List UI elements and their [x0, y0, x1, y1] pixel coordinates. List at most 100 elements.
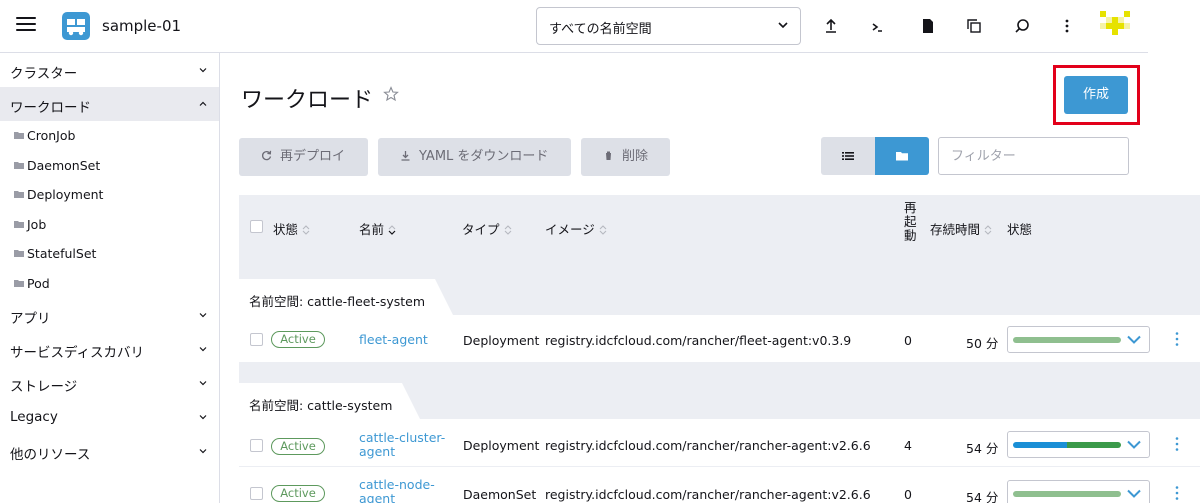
- flat-list-toggle[interactable]: [821, 137, 875, 175]
- sidebar-item-pod[interactable]: Pod: [0, 269, 219, 299]
- group-by-namespace-toggle[interactable]: [875, 137, 929, 175]
- terminal-icon[interactable]: [868, 17, 886, 35]
- upload-icon[interactable]: [822, 17, 840, 35]
- namespace-group-header: 名前空間: cattle-fleet-system: [239, 259, 1200, 315]
- sidebar-group-service-discovery[interactable]: サービスディスカバリ: [0, 332, 219, 366]
- sidebar-item-job[interactable]: Job: [0, 210, 219, 240]
- row-actions-icon[interactable]: [1174, 436, 1180, 452]
- health-dropdown[interactable]: [1007, 480, 1150, 503]
- filter-input[interactable]: [938, 137, 1129, 175]
- column-header-restarts[interactable]: 再起動: [904, 201, 918, 243]
- workload-image: registry.idcfcloud.com/rancher/fleet-age…: [545, 333, 852, 348]
- sidebar-group-apps[interactable]: アプリ: [0, 298, 219, 332]
- sidebar-group-label: ワークロード: [10, 100, 91, 116]
- sidebar-item-cronjob[interactable]: CronJob: [0, 121, 219, 151]
- health-bar-segment: [1067, 442, 1121, 448]
- sidebar-group-label: アプリ: [10, 311, 51, 327]
- restart-count: 4: [904, 438, 912, 453]
- cluster-name: sample-01: [102, 17, 182, 35]
- delete-button[interactable]: 削除: [581, 138, 670, 176]
- folder-icon: [14, 220, 24, 228]
- chevron-down-icon: [199, 381, 207, 386]
- folder-icon: [14, 279, 24, 287]
- sort-down-icon: [388, 225, 396, 235]
- health-dropdown[interactable]: [1007, 326, 1150, 353]
- sidebar-item-label: DaemonSet: [27, 157, 101, 173]
- sort-icon: [984, 225, 992, 235]
- sidebar-group-workloads[interactable]: ワークロード: [0, 87, 219, 121]
- folder-icon: [14, 191, 24, 198]
- redeploy-button[interactable]: 再デプロイ: [239, 138, 368, 176]
- column-header-age[interactable]: 存続時間: [930, 219, 992, 238]
- file-icon[interactable]: [919, 17, 937, 35]
- column-header-name[interactable]: 名前: [359, 219, 396, 238]
- health-bar-segment: [1013, 442, 1067, 448]
- copy-icon[interactable]: [965, 17, 983, 35]
- download-icon: [401, 151, 410, 161]
- highlight-annotation: [1053, 65, 1140, 125]
- sidebar-group-cluster[interactable]: クラスター: [0, 53, 219, 87]
- workload-type: DaemonSet: [463, 487, 537, 502]
- namespace-select[interactable]: すべての名前空間: [536, 7, 801, 45]
- download-yaml-button[interactable]: YAML をダウンロード: [378, 138, 571, 176]
- health-bar: [1013, 442, 1121, 448]
- download-yaml-label: YAML をダウンロード: [419, 149, 549, 164]
- more-vertical-icon[interactable]: [1058, 17, 1076, 35]
- namespace-group-label: 名前空間: cattle-system: [239, 383, 421, 419]
- workload-name-link[interactable]: cattle-cluster-agent: [359, 431, 445, 459]
- workload-name-link[interactable]: fleet-agent: [359, 333, 428, 347]
- chevron-down-icon: [199, 415, 207, 420]
- delete-label: 削除: [622, 149, 649, 164]
- sidebar-item-statefulset[interactable]: StatefulSet: [0, 239, 219, 269]
- sidebar-item-label: Deployment: [27, 187, 104, 202]
- redeploy-label: 再デプロイ: [280, 149, 346, 164]
- namespace-group-label: 名前空間: cattle-fleet-system: [239, 279, 454, 315]
- health-bar-segment: [1013, 337, 1121, 343]
- folder-icon: [14, 250, 24, 257]
- user-avatar[interactable]: [1100, 11, 1130, 41]
- search-icon[interactable]: [1013, 17, 1031, 35]
- chevron-down-icon: [199, 313, 207, 318]
- health-bar: [1013, 337, 1121, 343]
- column-header-type[interactable]: タイプ: [462, 219, 512, 238]
- top-header: sample-01 すべての名前空間: [0, 0, 1148, 53]
- sidebar-item-label: Pod: [27, 275, 50, 291]
- table-row[interactable]: Active cattle-node-agent DaemonSet regis…: [239, 467, 1200, 503]
- sidebar-group-storage[interactable]: ストレージ: [0, 366, 219, 400]
- sidebar-group-label: Legacy: [10, 409, 58, 425]
- star-icon[interactable]: [383, 86, 399, 102]
- select-all-checkbox[interactable]: [250, 220, 263, 233]
- restart-count: 0: [904, 333, 912, 348]
- menu-icon[interactable]: [16, 17, 36, 33]
- refresh-icon: [262, 150, 272, 161]
- column-header-state[interactable]: 状態: [273, 219, 310, 238]
- table-row[interactable]: Active cattle-cluster-agent Deployment r…: [239, 419, 1200, 467]
- row-checkbox[interactable]: [250, 487, 263, 500]
- health-dropdown[interactable]: [1007, 431, 1150, 458]
- sidebar-item-daemonset[interactable]: DaemonSet: [0, 151, 219, 181]
- status-badge: Active: [271, 485, 325, 502]
- row-actions-icon[interactable]: [1174, 331, 1180, 347]
- row-actions-icon[interactable]: [1174, 485, 1180, 501]
- namespace-select-value: すべての名前空間: [549, 22, 652, 37]
- workload-name-link[interactable]: cattle-node-agent: [359, 478, 435, 503]
- sidebar-group-other-resources[interactable]: 他のリソース: [0, 434, 219, 468]
- health-bar-segment: [1013, 491, 1121, 497]
- sidebar-group-label: 他のリソース: [10, 447, 91, 463]
- row-checkbox[interactable]: [250, 439, 263, 452]
- column-header-image[interactable]: イメージ: [545, 219, 607, 238]
- chevron-down-icon: [199, 449, 207, 454]
- folder-icon: [14, 161, 24, 169]
- sidebar-item-deployment[interactable]: Deployment: [0, 180, 219, 210]
- column-header-health: 状態: [1007, 222, 1033, 237]
- workload-type: Deployment: [463, 333, 540, 348]
- table-row[interactable]: Active fleet-agent Deployment registry.i…: [239, 315, 1200, 363]
- sort-icon: [599, 225, 607, 235]
- row-checkbox[interactable]: [250, 333, 263, 346]
- table-header: 状態 名前 タイプ イメージ 再起動 存続時間 状態: [239, 195, 1200, 259]
- age-value: 54 分: [966, 490, 999, 503]
- cluster-logo-icon[interactable]: [62, 12, 90, 40]
- sidebar-group-legacy[interactable]: Legacy: [0, 400, 219, 434]
- chevron-down-icon: [1127, 489, 1141, 498]
- sidebar-group-label: ストレージ: [10, 379, 78, 395]
